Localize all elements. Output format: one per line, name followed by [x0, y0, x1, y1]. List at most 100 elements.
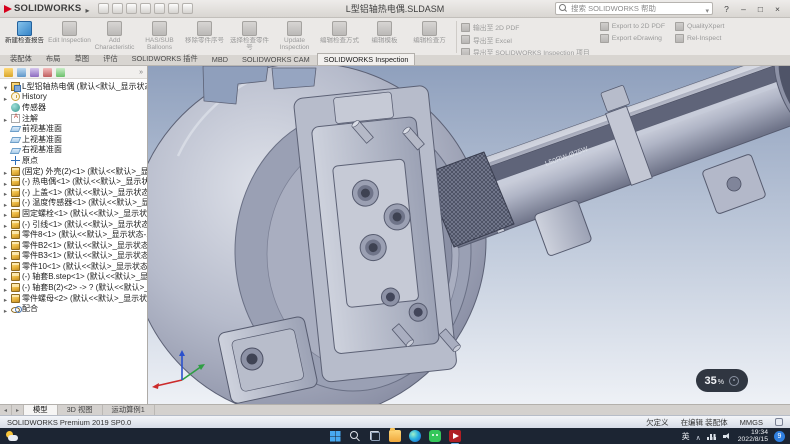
expand-arrow-icon[interactable] [2, 303, 9, 314]
ribbon-button-edit-characteristic[interactable]: 编辑检查方 [407, 19, 452, 55]
export-button[interactable]: Rel-Inspect [675, 34, 724, 43]
ribbon-button-edit-inspection[interactable]: Edit Inspection [47, 19, 92, 55]
tree-item[interactable]: 零件8<1> (默认<<默认>_显示状态-1> [2, 229, 147, 240]
expand-arrow-icon[interactable] [2, 219, 9, 230]
tree-item[interactable]: 零件螺母<2> (默认<<默认>_显示状态 [2, 293, 147, 304]
tree-item[interactable]: (-) 热电偶<1> (默认<<默认>_显示状态 [2, 176, 147, 187]
tab-布局[interactable]: 布局 [39, 52, 68, 65]
tree-item[interactable]: 上视基准面 [2, 134, 147, 145]
search-dropdown-icon[interactable] [705, 0, 709, 18]
expand-arrow-icon[interactable] [2, 261, 9, 272]
model-tab-1[interactable]: 3D 视图 [58, 405, 103, 415]
taskbar-icon-start[interactable] [329, 430, 341, 442]
options-icon[interactable] [182, 3, 193, 14]
minimize-button[interactable]: – [735, 2, 752, 16]
tree-item[interactable]: (-) 轴套B.step<1> (默认<<默认>_显示 [2, 272, 147, 283]
taskbar-icon-edge[interactable] [409, 430, 421, 442]
viewport-3d[interactable]: L50RW-Ø25W [148, 66, 790, 404]
ribbon-button-balloons[interactable]: HAS/SUB Balloons [137, 19, 182, 55]
tab-SOLIDWORKS Inspection[interactable]: SOLIDWORKS Inspection [317, 53, 416, 65]
tree-item[interactable]: (-) 引线<1> (默认<<默认>_显示状态-1 [2, 219, 147, 230]
tree-item[interactable]: (-) 温度传感器<1> (默认<<默认>_显示 [2, 198, 147, 209]
expand-arrow-icon[interactable] [2, 187, 9, 198]
tree-item[interactable]: 配合 [2, 303, 147, 314]
taskbar-icon-search[interactable] [349, 430, 361, 442]
expand-arrow-icon[interactable] [2, 240, 9, 251]
export-button[interactable]: Export eDrawing [600, 34, 665, 43]
tab-草图[interactable]: 草图 [67, 52, 96, 65]
expand-arrow-icon[interactable] [2, 113, 9, 124]
configuration-manager-tab-icon[interactable] [30, 68, 39, 77]
tree-item[interactable]: 传感器 [2, 102, 147, 113]
save-icon[interactable] [126, 3, 137, 14]
export-button[interactable]: Export to 2D PDF [600, 22, 665, 31]
tree-item[interactable]: 前视基准面 [2, 123, 147, 134]
taskbar-widgets[interactable] [5, 430, 19, 442]
expand-arrow-icon[interactable] [2, 176, 9, 187]
close-button[interactable]: × [769, 2, 786, 16]
notification-badge[interactable]: 9 [774, 431, 785, 442]
expand-arrow-icon[interactable] [2, 92, 9, 103]
expand-arrow-icon[interactable] [2, 208, 9, 219]
help-button[interactable]: ? [718, 2, 735, 16]
property-manager-tab-icon[interactable] [17, 68, 26, 77]
tree-item[interactable]: 固定螺栓<1> (默认<<默认>_显示状态 [2, 208, 147, 219]
tabs-scroll-right-icon[interactable]: ▸ [12, 405, 24, 415]
tray-chevron-icon[interactable] [696, 427, 701, 444]
taskbar-icon-task-view[interactable] [369, 430, 381, 442]
expand-arrow-icon[interactable] [2, 272, 9, 283]
taskbar-icon-file-explorer[interactable] [389, 430, 401, 442]
tab-SOLIDWORKS 插件[interactable]: SOLIDWORKS 插件 [125, 52, 205, 65]
tab-装配体[interactable]: 装配体 [3, 52, 39, 65]
print-icon[interactable] [140, 3, 151, 14]
menus-expand-icon[interactable] [85, 0, 89, 18]
tree-item[interactable]: 右视基准面 [2, 145, 147, 156]
tree-item[interactable]: 原点 [2, 155, 147, 166]
rebuild-icon[interactable] [168, 3, 179, 14]
tree-item[interactable]: 注解 [2, 113, 147, 124]
tree-item[interactable]: (固定) 外壳(2)<1> (默认<<默认>_显示状 [2, 166, 147, 177]
tree-item[interactable]: (-) 轴套B(2)<2> -> ? (默认<<默认>_显 [2, 282, 147, 293]
tab-评估[interactable]: 评估 [96, 52, 125, 65]
undo-icon[interactable] [154, 3, 165, 14]
expand-arrow-icon[interactable] [2, 229, 9, 240]
export-button[interactable]: 导出至 Excel [461, 35, 590, 45]
panel-tabs-overflow-icon[interactable]: » [139, 69, 143, 76]
model-tab-0[interactable]: 模型 [24, 405, 58, 415]
feature-manager-tab-icon[interactable] [4, 68, 13, 77]
ribbon-button-update-inspection[interactable]: Update Inspection [272, 19, 317, 55]
new-file-icon[interactable] [98, 3, 109, 14]
model-tab-2[interactable]: 运动算例1 [103, 405, 155, 415]
graphics-area[interactable]: L50RW-Ø25W [148, 66, 790, 404]
expand-arrow-icon[interactable] [2, 166, 9, 177]
network-icon[interactable] [707, 432, 717, 440]
help-search-box[interactable]: 搜索 SOLIDWORKS 帮助 [555, 2, 713, 15]
tabs-scroll-left-icon[interactable]: ◂ [0, 405, 12, 415]
expand-arrow-icon[interactable] [2, 293, 9, 304]
tab-SOLIDWORKS CAM[interactable]: SOLIDWORKS CAM [235, 53, 317, 65]
expand-arrow-icon[interactable] [2, 251, 9, 262]
ribbon-button-edit-template[interactable]: 编辑模板 [362, 19, 407, 55]
tab-MBD[interactable]: MBD [205, 53, 235, 65]
open-file-icon[interactable] [112, 3, 123, 14]
ribbon-button-new-inspection-report[interactable]: 新建检查报告 [2, 19, 47, 55]
export-button[interactable]: QualityXpert [675, 22, 724, 31]
collapse-arrow-icon[interactable] [2, 81, 9, 92]
taskbar-icon-wechat[interactable] [429, 430, 441, 442]
taskbar-icon-solidworks[interactable] [449, 430, 461, 442]
ribbon-button-edit-method[interactable]: 编辑检查方式 [317, 19, 362, 55]
tree-item[interactable]: 零件B2<1> (默认<<默认>_显示状态-1 [2, 240, 147, 251]
display-manager-tab-icon[interactable] [56, 68, 65, 77]
ribbon-button-add-characteristic[interactable]: Add Characteristic [92, 19, 137, 55]
tree-root[interactable]: L型铝轴热电偶 (默认<默认_显示状态-1> [2, 81, 147, 92]
ribbon-button-select-balloons[interactable]: 选择检查零件号 [227, 19, 272, 55]
tree-item[interactable]: 零件B3<1> (默认<<默认>_显示状态-1 [2, 251, 147, 262]
tree-item[interactable]: History [2, 92, 147, 103]
ime-indicator[interactable]: 英 [682, 431, 690, 442]
expand-arrow-icon[interactable] [2, 198, 9, 209]
export-button[interactable]: 输出至 2D PDF [461, 22, 590, 32]
expand-arrow-icon[interactable] [2, 282, 9, 293]
maximize-button[interactable]: □ [752, 2, 769, 16]
tree-item[interactable]: (-) 上盖<1> (默认<<默认>_显示状态-1 [2, 187, 147, 198]
status-custom-icon[interactable] [775, 418, 783, 426]
